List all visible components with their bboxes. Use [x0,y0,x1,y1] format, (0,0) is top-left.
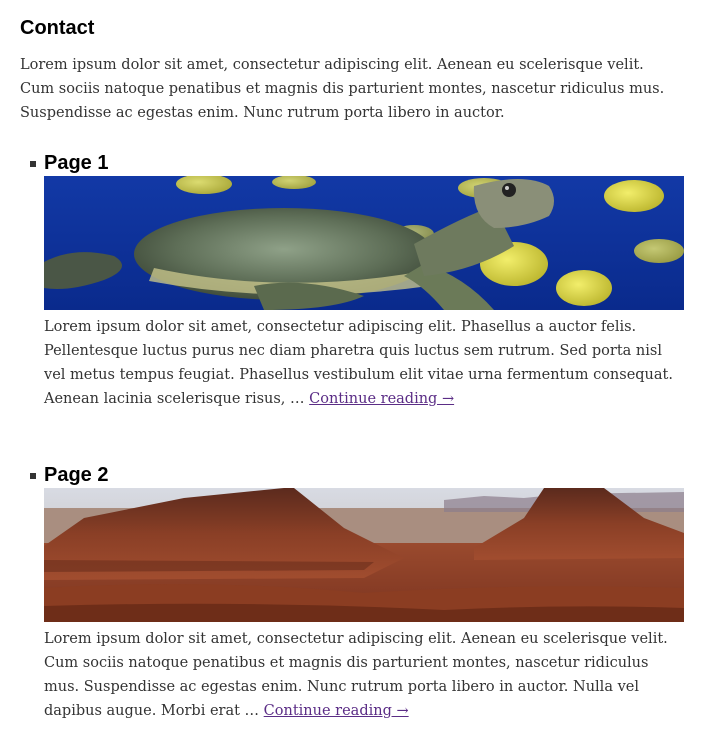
page-heading[interactable]: Page 2 [44,463,684,487]
excerpt: Lorem ipsum dolor sit amet, consectetur … [44,315,684,411]
bullet-icon [30,473,36,479]
sea-turtle-image[interactable] [44,176,684,310]
excerpt: Lorem ipsum dolor sit amet, consectetur … [44,627,684,723]
page-title: Contact [20,17,95,39]
list-item-page-1: Page 1 Lorem ipsum dolor sit amet, conse… [30,151,684,411]
bullet-icon [30,161,36,167]
continue-reading-link[interactable]: Continue reading → [309,391,454,407]
intro-paragraph: Lorem ipsum dolor sit amet, consectetur … [20,57,665,121]
page-heading[interactable]: Page 1 [44,151,684,175]
continue-reading-link[interactable]: Continue reading → [264,703,409,719]
desert-mesa-image[interactable] [44,488,684,622]
list-item-page-2: Page 2 Lorem ipsum dolor sit amet, conse… [30,463,684,723]
